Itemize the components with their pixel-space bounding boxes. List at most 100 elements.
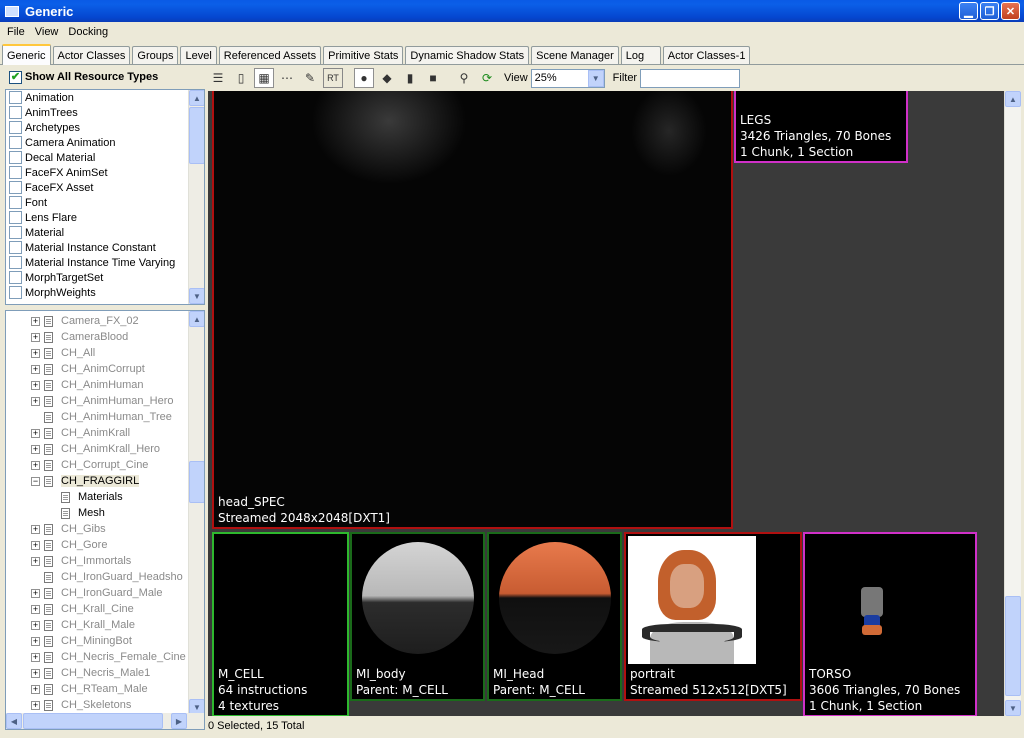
thumbnail-viewport[interactable]: head_SPEC Streamed 2048x2048[DXT1] LEGS …	[208, 91, 1004, 716]
tab-primitive-stats[interactable]: Primitive Stats	[323, 46, 404, 64]
resource-type-item[interactable]: Decal Material	[6, 150, 204, 165]
resource-type-checkbox[interactable]	[9, 241, 22, 254]
scroll-down-button[interactable]: ▼	[189, 288, 204, 304]
expand-icon[interactable]: +	[31, 444, 40, 454]
tree-item[interactable]: + CH_Gore	[6, 537, 204, 553]
tab-actor-classes[interactable]: Actor Classes	[52, 46, 131, 64]
resource-type-item[interactable]: Camera Animation	[6, 135, 204, 150]
show-references-icon[interactable]: ✎	[300, 68, 320, 88]
scroll-thumb[interactable]	[189, 107, 204, 164]
menu-file[interactable]: File	[2, 26, 30, 38]
expand-icon[interactable]: +	[31, 364, 40, 374]
expand-icon[interactable]: +	[31, 524, 40, 534]
expand-icon[interactable]: +	[31, 460, 40, 470]
realtime-icon[interactable]: RT	[323, 68, 343, 88]
resource-type-item[interactable]: Material	[6, 225, 204, 240]
tab-generic[interactable]: Generic	[2, 44, 51, 65]
tree-item[interactable]: + CH_AnimCorrupt	[6, 361, 204, 377]
tree-item[interactable]: + CH_Necris_Female_Cine	[6, 649, 204, 665]
resource-type-item[interactable]: Material Instance Constant	[6, 240, 204, 255]
resource-type-checkbox[interactable]	[9, 286, 22, 299]
tab-actor-classes-1[interactable]: Actor Classes-1	[662, 46, 751, 64]
scroll-up-button[interactable]: ▲	[189, 90, 204, 106]
list-view-icon[interactable]: ☰	[208, 68, 228, 88]
refresh-icon[interactable]: ⟳	[477, 68, 497, 88]
asset-tile-m-cell[interactable]: M_CELL 64 instructions 4 textures	[212, 532, 349, 716]
tree-item[interactable]: + CH_AnimHuman	[6, 377, 204, 393]
resource-type-checkbox[interactable]	[9, 181, 22, 194]
viewport-scrollbar[interactable]: ▲ ▼	[1004, 91, 1021, 716]
resource-type-item[interactable]: FaceFX AnimSet	[6, 165, 204, 180]
tree-item[interactable]: + CameraBlood	[6, 329, 204, 345]
asset-tile-legs[interactable]: LEGS 3426 Triangles, 70 Bones 1 Chunk, 1…	[734, 91, 908, 163]
tree-item[interactable]: + CH_Krall_Cine	[6, 601, 204, 617]
viewport-scroll-thumb[interactable]	[1005, 596, 1021, 696]
expand-icon[interactable]: +	[31, 636, 40, 646]
asset-tile-portrait[interactable]: portrait Streamed 512x512[DXT5]	[624, 532, 802, 701]
resource-type-item[interactable]: Archetypes	[6, 120, 204, 135]
tree-item[interactable]: + CH_Immortals	[6, 553, 204, 569]
tree-item[interactable]: + CH_Necris_Male1	[6, 665, 204, 681]
resource-type-checkbox[interactable]	[9, 211, 22, 224]
expand-icon[interactable]: +	[31, 668, 40, 678]
tree-item[interactable]: + CH_MiningBot	[6, 633, 204, 649]
expand-icon[interactable]: +	[31, 540, 40, 550]
menu-view[interactable]: View	[30, 26, 64, 38]
resource-type-item[interactable]: Lens Flare	[6, 210, 204, 225]
resource-type-checkbox[interactable]	[9, 91, 22, 104]
tree-item[interactable]: CH_AnimHuman_Tree	[6, 409, 204, 425]
tree-item[interactable]: + CH_Skeletons	[6, 697, 204, 713]
tree-item[interactable]: Materials	[6, 489, 204, 505]
filter-input[interactable]	[640, 68, 741, 88]
tree-item[interactable]: + CH_IronGuard_Male	[6, 585, 204, 601]
tree-vscrollbar[interactable]: ▲ ▼	[188, 311, 204, 715]
chevron-down-icon[interactable]: ▼	[587, 69, 604, 87]
tree-item[interactable]: + CH_Gibs	[6, 521, 204, 537]
resource-type-scrollbar[interactable]: ▲ ▼	[188, 90, 204, 304]
expand-icon[interactable]: +	[31, 700, 40, 710]
viewport-scroll-down-button[interactable]: ▼	[1005, 700, 1021, 716]
expand-icon[interactable]: +	[31, 620, 40, 630]
tree-item[interactable]: + CH_AnimKrall_Hero	[6, 441, 204, 457]
asset-tile-mi-body[interactable]: MI_body Parent: M_CELL	[350, 532, 485, 701]
asset-tile-torso[interactable]: TORSO 3606 Triangles, 70 Bones 1 Chunk, …	[803, 532, 977, 716]
find-icon[interactable]: ⚲	[454, 68, 474, 88]
resource-type-checkbox[interactable]	[9, 136, 22, 149]
tree-item[interactable]: Mesh	[6, 505, 204, 521]
asset-tile-mi-head[interactable]: MI_Head Parent: M_CELL	[487, 532, 622, 701]
tree-item[interactable]: + CH_Corrupt_Cine	[6, 457, 204, 473]
tab-scene-manager[interactable]: Scene Manager	[531, 46, 619, 64]
expand-icon[interactable]: +	[31, 332, 40, 342]
tree-item[interactable]: + CH_AnimHuman_Hero	[6, 393, 204, 409]
tab-log[interactable]: Log	[620, 46, 661, 64]
tab-groups[interactable]: Groups	[132, 46, 179, 64]
tab-dynamic-shadow-stats[interactable]: Dynamic Shadow Stats	[405, 46, 530, 64]
tree-scroll-up-button[interactable]: ▲	[189, 311, 204, 327]
cube-primitive-icon[interactable]: ◆	[377, 68, 397, 88]
view-zoom-select[interactable]: 25% ▼	[530, 68, 605, 88]
expand-icon[interactable]: +	[31, 684, 40, 694]
resource-type-item[interactable]: AnimTrees	[6, 105, 204, 120]
close-button[interactable]: ✕	[1001, 2, 1020, 20]
grid-view-icon[interactable]: ⋯	[277, 68, 297, 88]
resource-type-item[interactable]: Animation	[6, 90, 204, 105]
sphere-primitive-icon[interactable]: ●	[354, 68, 374, 88]
resource-type-checkbox[interactable]	[9, 196, 22, 209]
expand-icon[interactable]: +	[31, 556, 40, 566]
expand-icon[interactable]: +	[31, 588, 40, 598]
asset-tile-head-spec[interactable]: head_SPEC Streamed 2048x2048[DXT1]	[212, 91, 733, 529]
tab-level[interactable]: Level	[180, 46, 217, 64]
viewport-scroll-up-button[interactable]: ▲	[1005, 91, 1021, 107]
minimize-button[interactable]: ▁	[959, 2, 978, 20]
tree-hscroll-thumb[interactable]	[23, 713, 163, 729]
tree-hscrollbar[interactable]: ◀ ▶	[6, 713, 204, 729]
tree-item[interactable]: + Camera_FX_02	[6, 313, 204, 329]
resource-type-checkbox[interactable]	[9, 121, 22, 134]
tree-item[interactable]: + CH_RTeam_Male	[6, 681, 204, 697]
resource-type-item[interactable]: Font	[6, 195, 204, 210]
collapse-icon[interactable]: −	[31, 476, 40, 486]
expand-icon[interactable]: +	[31, 396, 40, 406]
tree-scroll-left-button[interactable]: ◀	[6, 713, 22, 729]
expand-icon[interactable]: +	[31, 380, 40, 390]
resource-type-item[interactable]: FaceFX Asset	[6, 180, 204, 195]
